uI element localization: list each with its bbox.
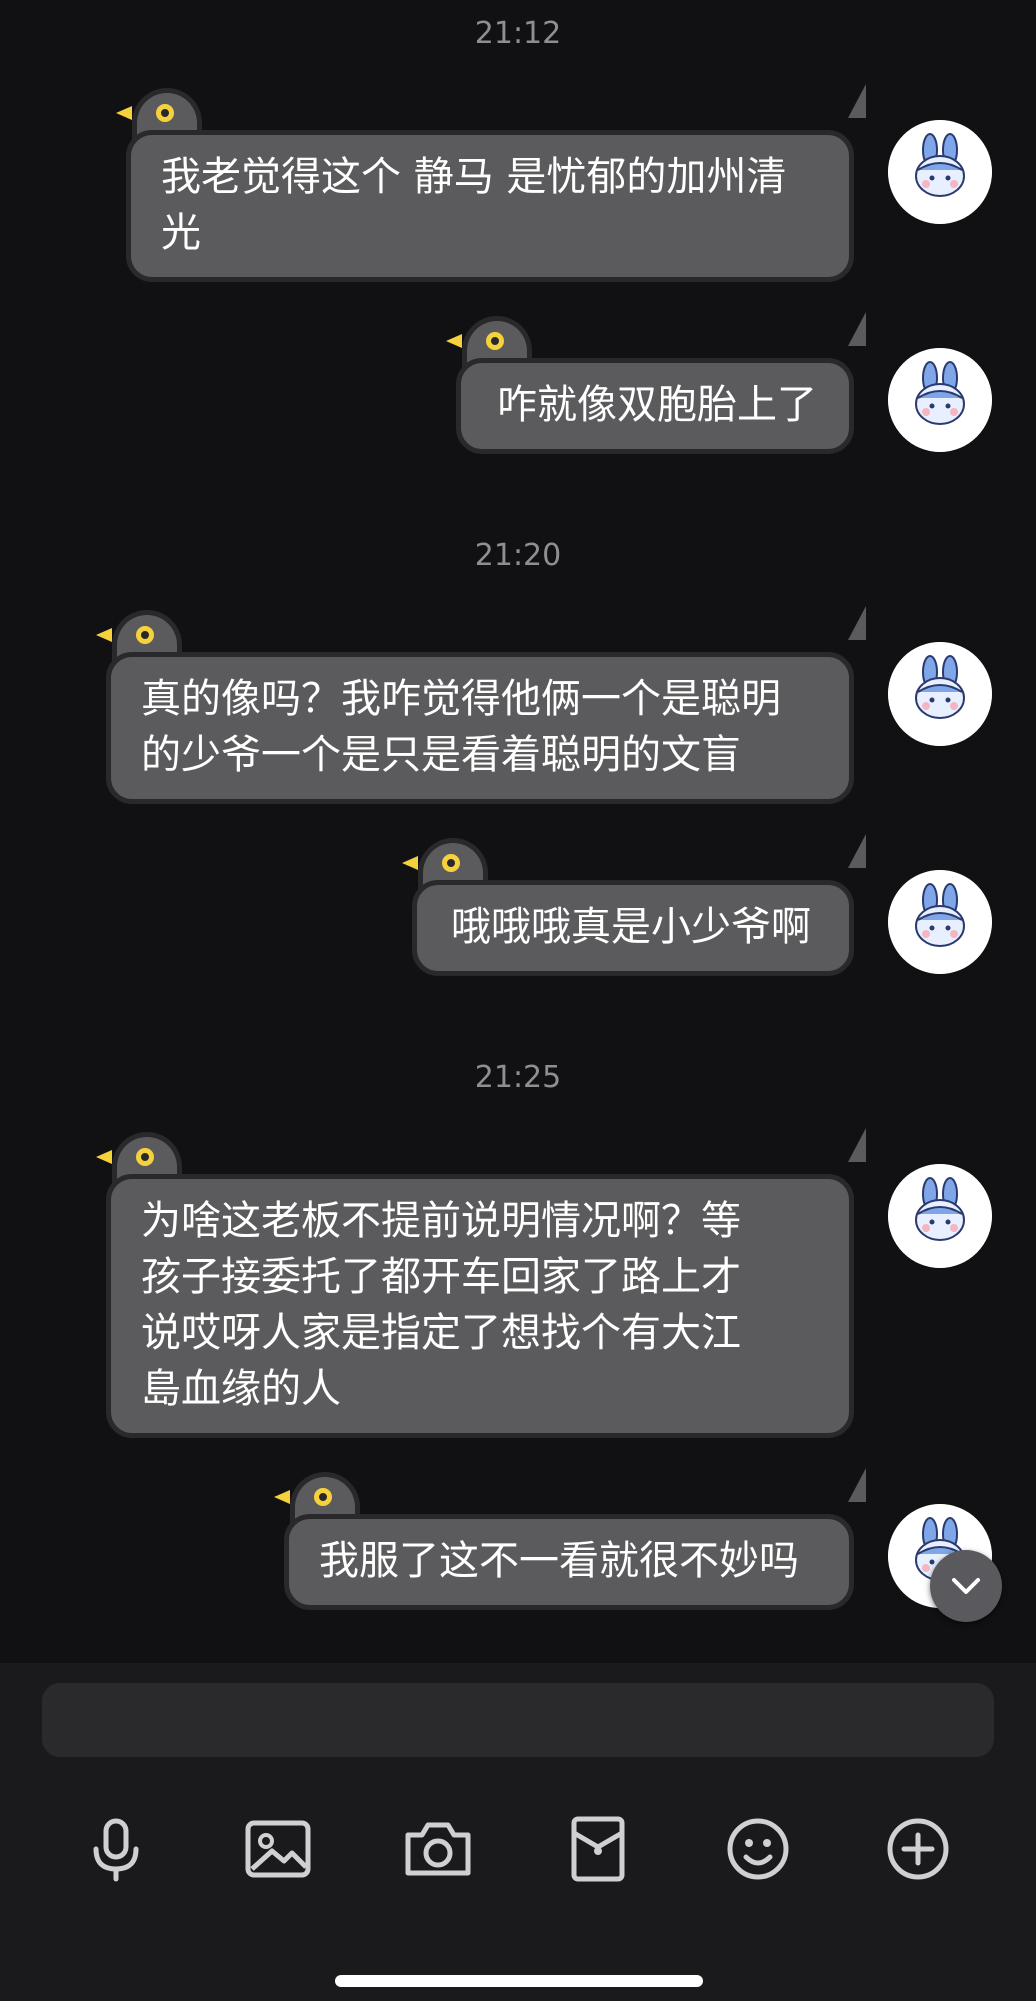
message-text-line: 咋就像双胞胎上了 (497, 382, 817, 428)
timestamp: 21:20 (474, 538, 562, 573)
gift-pouch-icon (571, 1816, 625, 1882)
bird-beak-icon (116, 106, 132, 120)
message-text-line: 真的像吗？我咋觉得他俩一个是聪明 (141, 676, 781, 722)
bunny-avatar-icon (888, 1164, 992, 1268)
bird-foot-icon (820, 1610, 836, 1624)
message-text-line: 光 (161, 210, 201, 256)
bird-eye-icon (442, 854, 460, 872)
bird-foot-icon (128, 1438, 144, 1452)
timestamp: 21:25 (474, 1060, 562, 1095)
avatar[interactable] (888, 120, 992, 224)
avatar[interactable] (888, 348, 992, 452)
message-text-line: 島血缘的人 (141, 1366, 341, 1412)
image-button[interactable] (240, 1811, 316, 1887)
emoji-button[interactable] (720, 1811, 796, 1887)
bird-foot-icon (434, 976, 450, 990)
avatar[interactable] (888, 870, 992, 974)
bird-foot-icon (148, 282, 164, 296)
message-bubble[interactable]: 真的像吗？我咋觉得他俩一个是聪明 的少爷一个是只是看着聪明的文盲 (106, 652, 854, 804)
bird-foot-icon (820, 976, 836, 990)
plus-circle-icon (887, 1818, 949, 1880)
bird-tail-icon (848, 312, 866, 346)
message-text-line: 我老觉得这个 静马 是忧郁的加州清 (161, 154, 787, 200)
bird-eye-icon (314, 1488, 332, 1506)
message-text-line: 孩子接委托了都开车回家了路上才 (141, 1254, 741, 1300)
bird-tail-icon (848, 1128, 866, 1162)
bird-eye-icon (156, 104, 174, 122)
camera-button[interactable] (400, 1811, 476, 1887)
bird-foot-icon (478, 454, 494, 468)
bird-beak-icon (274, 1490, 290, 1504)
image-icon (245, 1820, 311, 1878)
bird-foot-icon (128, 804, 144, 818)
emoji-icon (727, 1818, 789, 1880)
message-bubble[interactable]: 为啥这老板不提前说明情况啊？等 孩子接委托了都开车回家了路上才 说哎呀人家是指定… (106, 1174, 854, 1438)
bunny-avatar-icon (888, 348, 992, 452)
message-text-line: 的少爷一个是只是看着聪明的文盲 (141, 732, 741, 778)
bird-beak-icon (402, 856, 418, 870)
message-text-line: 我服了这不一看就很不妙吗 (319, 1538, 799, 1584)
bird-eye-icon (136, 1148, 154, 1166)
message-bubble[interactable]: 哦哦哦真是小少爷啊 (412, 880, 854, 976)
bird-foot-icon (820, 282, 836, 296)
avatar[interactable] (888, 1164, 992, 1268)
bird-foot-icon (820, 1438, 836, 1452)
message-bubble[interactable]: 咋就像双胞胎上了 (456, 358, 854, 454)
more-button[interactable] (880, 1811, 956, 1887)
bird-tail-icon (848, 84, 866, 118)
message-bubble[interactable]: 我老觉得这个 静马 是忧郁的加州清 光 (126, 130, 854, 282)
bird-beak-icon (96, 1150, 112, 1164)
microphone-icon (93, 1818, 139, 1882)
message-text-line: 哦哦哦真是小少爷啊 (451, 904, 811, 950)
bunny-avatar-icon (888, 642, 992, 746)
timestamp: 21:12 (474, 16, 562, 51)
bird-beak-icon (96, 628, 112, 642)
message-text-line: 说哎呀人家是指定了想找个有大江 (141, 1310, 741, 1356)
chevron-down-icon (952, 1578, 980, 1594)
message-input[interactable] (42, 1683, 994, 1757)
camera-icon (405, 1822, 471, 1876)
scroll-to-bottom-button[interactable] (930, 1550, 1002, 1622)
bird-beak-icon (446, 334, 462, 348)
bird-tail-icon (848, 606, 866, 640)
bird-foot-icon (306, 1610, 322, 1624)
avatar[interactable] (888, 642, 992, 746)
bird-foot-icon (820, 454, 836, 468)
bunny-avatar-icon (888, 120, 992, 224)
home-indicator[interactable] (335, 1975, 703, 1987)
message-text-line: 为啥这老板不提前说明情况啊？等 (141, 1198, 741, 1244)
chat-area[interactable]: 21:12 我老觉得这个 静马 是忧郁的加州清 光 咋就像双胞胎上了 21:20… (0, 0, 1036, 1663)
bird-eye-icon (486, 332, 504, 350)
voice-button[interactable] (78, 1811, 154, 1887)
bird-eye-icon (136, 626, 154, 644)
composer-bar (0, 1663, 1036, 2001)
bird-foot-icon (820, 804, 836, 818)
bird-tail-icon (848, 834, 866, 868)
bunny-avatar-icon (888, 870, 992, 974)
bird-tail-icon (848, 1468, 866, 1502)
gift-button[interactable] (560, 1811, 636, 1887)
message-bubble[interactable]: 我服了这不一看就很不妙吗 (284, 1514, 854, 1610)
